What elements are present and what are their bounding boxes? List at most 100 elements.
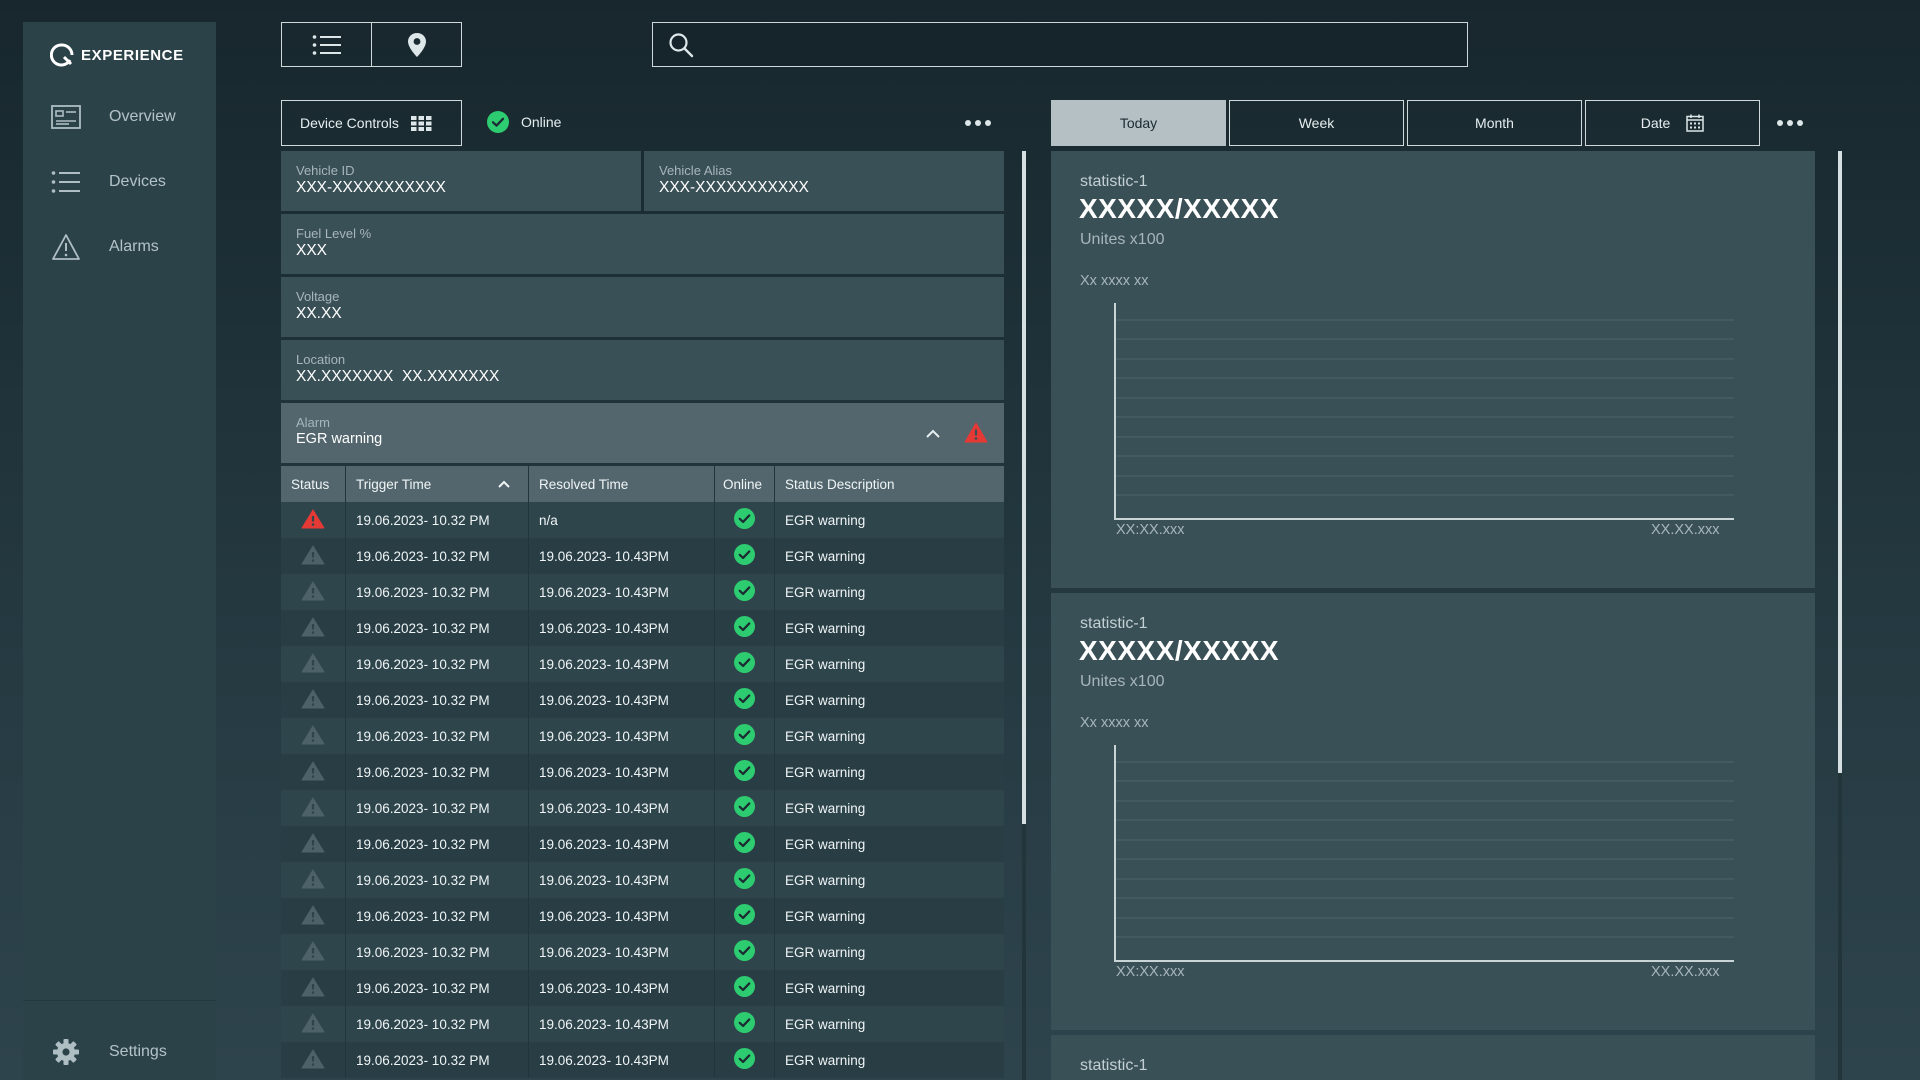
scrollbar-thumb[interactable] bbox=[1022, 151, 1026, 824]
table-row[interactable]: 19.06.2023- 10.32 PM 19.06.2023- 10.43PM E… bbox=[281, 538, 1004, 574]
resolved-time-cell: 19.06.2023- 10.43PM bbox=[529, 610, 715, 646]
sidebar-item-devices[interactable]: Devices bbox=[23, 157, 216, 207]
status-description-cell: EGR warning bbox=[785, 512, 866, 528]
online-cell bbox=[715, 538, 775, 574]
status-description-cell: EGR warning bbox=[785, 836, 866, 852]
alarm-card[interactable]: Alarm EGR warning bbox=[281, 403, 1004, 463]
trigger-time-cell: 19.06.2023- 10.32 PM bbox=[346, 970, 529, 1006]
resolved-time-cell: 19.06.2023- 10.43PM bbox=[529, 682, 715, 718]
tab-date[interactable]: Date bbox=[1585, 100, 1760, 146]
statistic-label: statistic-1 bbox=[1080, 1057, 1148, 1074]
more-dot bbox=[1787, 120, 1793, 126]
check-circle-icon bbox=[734, 1048, 755, 1072]
tab-month[interactable]: Month bbox=[1407, 100, 1582, 146]
table-row[interactable]: 19.06.2023- 10.32 PM 19.06.2023- 10.43PM E… bbox=[281, 682, 1004, 718]
statistic-chart bbox=[1114, 745, 1734, 962]
tab-today[interactable]: Today bbox=[1051, 100, 1226, 146]
table-row[interactable]: 19.06.2023- 10.32 PM 19.06.2023- 10.43PM E… bbox=[281, 826, 1004, 862]
device-controls-button[interactable]: Device Controls bbox=[281, 100, 462, 146]
table-row[interactable]: 19.06.2023- 10.32 PM 19.06.2023- 10.43PM E… bbox=[281, 754, 1004, 790]
table-body: 19.06.2023- 10.32 PM n/a EGR warning 19.06.… bbox=[281, 502, 1004, 1078]
status-description-cell: EGR warning bbox=[785, 728, 866, 744]
online-cell bbox=[715, 970, 775, 1006]
table-row[interactable]: 19.06.2023- 10.32 PM 19.06.2023- 10.43PM E… bbox=[281, 1042, 1004, 1078]
sidebar-item-settings[interactable]: Settings bbox=[23, 1027, 216, 1077]
table-row[interactable]: 19.06.2023- 10.32 PM 19.06.2023- 10.43PM E… bbox=[281, 1006, 1004, 1042]
table-row[interactable]: 19.06.2023- 10.32 PM 19.06.2023- 10.43PM E… bbox=[281, 970, 1004, 1006]
vehicle-id-value: XXX-XXXXXXXXXXX bbox=[296, 179, 446, 196]
vehicle-alias-value: XXX-XXXXXXXXXXX bbox=[659, 179, 809, 196]
table-row[interactable]: 19.06.2023- 10.32 PM 19.06.2023- 10.43PM E… bbox=[281, 862, 1004, 898]
search-icon[interactable] bbox=[653, 23, 709, 66]
status-cell bbox=[281, 682, 346, 718]
scrollbar-track[interactable] bbox=[1022, 824, 1026, 1080]
table-row[interactable]: 19.06.2023- 10.32 PM 19.06.2023- 10.43PM E… bbox=[281, 934, 1004, 970]
warning-icon bbox=[301, 653, 325, 676]
search-input[interactable] bbox=[709, 23, 1467, 66]
statistic-unit: Unites x100 bbox=[1080, 231, 1165, 248]
chevron-up-icon[interactable] bbox=[926, 425, 940, 443]
header-online[interactable]: Online bbox=[715, 466, 775, 502]
check-circle-icon bbox=[734, 796, 755, 820]
online-cell bbox=[715, 934, 775, 970]
fuel-level-label: Fuel Level % bbox=[296, 226, 372, 241]
check-circle-icon bbox=[734, 940, 755, 964]
status-description-cell: EGR warning bbox=[785, 944, 866, 960]
resolved-time-cell: 19.06.2023- 10.43PM bbox=[529, 574, 715, 610]
device-more-menu-button[interactable] bbox=[965, 120, 991, 126]
header-status[interactable]: Status bbox=[281, 466, 346, 502]
table-row[interactable]: 19.06.2023- 10.32 PM 19.06.2023- 10.43PM E… bbox=[281, 790, 1004, 826]
header-resolved-time[interactable]: Resolved Time bbox=[529, 466, 715, 502]
resolved-time-cell: 19.06.2023- 10.43PM bbox=[529, 1006, 715, 1042]
check-circle-icon bbox=[734, 1012, 755, 1036]
chart-x-start-label: XX:XX.xxx bbox=[1116, 522, 1185, 538]
stats-scrollbar-track[interactable] bbox=[1838, 773, 1842, 1080]
sidebar-item-label: Overview bbox=[109, 108, 176, 125]
check-circle-icon bbox=[734, 976, 755, 1000]
check-circle-icon bbox=[734, 868, 755, 892]
stats-more-menu-button[interactable] bbox=[1777, 120, 1803, 126]
sidebar-item-label: Settings bbox=[109, 1043, 167, 1060]
vehicle-alias-label: Vehicle Alias bbox=[659, 163, 732, 178]
header-trigger-time[interactable]: Trigger Time bbox=[346, 466, 529, 502]
online-cell bbox=[715, 502, 775, 538]
table-row[interactable]: 19.06.2023- 10.32 PM 19.06.2023- 10.43PM E… bbox=[281, 610, 1004, 646]
warning-icon bbox=[301, 725, 325, 748]
resolved-time-cell: 19.06.2023- 10.43PM bbox=[529, 934, 715, 970]
list-view-button[interactable] bbox=[282, 23, 371, 66]
check-circle-icon bbox=[734, 760, 755, 784]
trigger-time-cell: 19.06.2023- 10.32 PM bbox=[346, 898, 529, 934]
map-view-button[interactable] bbox=[371, 23, 461, 66]
stats-scrollbar-thumb[interactable] bbox=[1838, 151, 1842, 773]
check-circle-icon bbox=[734, 652, 755, 676]
sidebar: EXPERIENCE Overview Devices Alarms Setti… bbox=[23, 22, 216, 1080]
status-cell bbox=[281, 862, 346, 898]
sidebar-item-label: Devices bbox=[109, 173, 166, 190]
statistic-chart bbox=[1114, 303, 1734, 520]
status-description-cell: EGR warning bbox=[785, 584, 866, 600]
list-icon bbox=[51, 167, 81, 197]
table-row[interactable]: 19.06.2023- 10.32 PM 19.06.2023- 10.43PM E… bbox=[281, 898, 1004, 934]
search-bar bbox=[652, 22, 1468, 67]
logo-icon bbox=[50, 43, 74, 67]
tab-label: Week bbox=[1298, 115, 1335, 131]
online-cell bbox=[715, 610, 775, 646]
table-row[interactable]: 19.06.2023- 10.32 PM 19.06.2023- 10.43PM E… bbox=[281, 718, 1004, 754]
table-row[interactable]: 19.06.2023- 10.32 PM n/a EGR warning bbox=[281, 502, 1004, 538]
resolved-time-cell: 19.06.2023- 10.43PM bbox=[529, 754, 715, 790]
tab-week[interactable]: Week bbox=[1229, 100, 1404, 146]
sidebar-item-overview[interactable]: Overview bbox=[23, 92, 216, 142]
online-cell bbox=[715, 1006, 775, 1042]
sidebar-item-alarms[interactable]: Alarms bbox=[23, 222, 216, 272]
table-row[interactable]: 19.06.2023- 10.32 PM 19.06.2023- 10.43PM E… bbox=[281, 574, 1004, 610]
online-cell bbox=[715, 754, 775, 790]
alarm-value: EGR warning bbox=[296, 431, 383, 447]
more-dot bbox=[965, 120, 971, 126]
warning-icon bbox=[301, 581, 325, 604]
app-logo[interactable]: EXPERIENCE bbox=[50, 43, 184, 67]
resolved-time-cell: n/a bbox=[529, 502, 715, 538]
sort-ascending-icon[interactable] bbox=[498, 480, 510, 488]
header-status-description[interactable]: Status Description bbox=[775, 466, 1004, 502]
alarm-history-table: Status Trigger Time Resolved Time Online… bbox=[281, 466, 1004, 1078]
table-row[interactable]: 19.06.2023- 10.32 PM 19.06.2023- 10.43PM E… bbox=[281, 646, 1004, 682]
